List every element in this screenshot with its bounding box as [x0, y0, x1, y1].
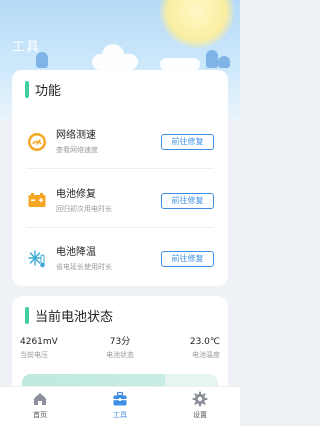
- go-repair-button[interactable]: 前往修复: [161, 193, 214, 209]
- functions-card: 功能 网络测速 查看网络速度 前往修复 电池修复 回归初次用电时长 前往修复 电…: [12, 70, 228, 286]
- function-item-network-speed[interactable]: 网络测速 查看网络速度 前往修复: [26, 122, 214, 162]
- stat-label: 电池温度: [192, 351, 221, 359]
- function-name: 网络测速: [56, 129, 96, 141]
- divider: [26, 168, 214, 169]
- tab-tools[interactable]: 工具: [80, 387, 160, 426]
- tab-home[interactable]: 首页: [0, 387, 80, 426]
- battery-status-card: 当前电池状态 4261mV 当前电压 73分 电池状态 23.0℃ 电池温度: [12, 296, 228, 392]
- divider: [26, 227, 214, 228]
- cloud-illustration: [92, 44, 138, 70]
- section-accent-bar: [25, 81, 29, 98]
- go-repair-button[interactable]: 前往修复: [161, 251, 214, 267]
- function-item-battery-repair[interactable]: 电池修复 回归初次用电时长 前往修复: [26, 181, 214, 221]
- stat-temperature: 23.0℃ 电池温度: [153, 336, 220, 361]
- tree-illustration: [218, 56, 230, 68]
- tab-settings[interactable]: 设置: [160, 387, 240, 426]
- toolbox-icon: [112, 391, 128, 407]
- stat-value: 73分: [109, 337, 131, 347]
- function-desc: 省电延长使用时长: [56, 262, 112, 271]
- go-repair-button[interactable]: 前往修复: [161, 134, 214, 150]
- snowflake-thermometer-icon: [26, 248, 48, 270]
- tab-label: 工具: [113, 411, 127, 419]
- functions-title: 功能: [35, 84, 62, 99]
- stat-health: 73分 电池状态: [87, 336, 154, 361]
- stat-value: 4261mV: [20, 337, 58, 347]
- stat-value: 23.0℃: [189, 337, 221, 347]
- tab-label: 首页: [33, 411, 47, 419]
- page-title: 工具: [12, 40, 41, 55]
- function-desc: 查看网络速度: [56, 145, 98, 154]
- battery-status-header: 当前电池状态: [25, 306, 113, 325]
- section-accent-bar: [25, 307, 29, 324]
- gear-icon: [192, 391, 208, 407]
- function-desc: 回归初次用电时长: [56, 204, 112, 213]
- speedometer-icon: [26, 131, 48, 153]
- battery-stats: 4261mV 当前电压 73分 电池状态 23.0℃ 电池温度: [20, 336, 220, 361]
- functions-header: 功能: [25, 80, 61, 99]
- stat-voltage: 4261mV 当前电压: [20, 336, 87, 361]
- function-item-battery-cooling[interactable]: 电池降温 省电延长使用时长 前往修复: [26, 239, 214, 279]
- sun-illustration: [160, 0, 234, 48]
- function-name: 电池降温: [56, 246, 96, 258]
- tab-label: 设置: [193, 411, 207, 419]
- battery-icon: [26, 190, 48, 212]
- stat-label: 当前电压: [20, 351, 48, 359]
- home-icon: [32, 391, 48, 407]
- stat-label: 电池状态: [106, 351, 134, 359]
- bottom-tab-bar: 首页 工具 设置: [0, 386, 240, 426]
- tree-illustration: [206, 50, 218, 68]
- function-name: 电池修复: [56, 188, 96, 200]
- battery-status-title: 当前电池状态: [35, 310, 114, 325]
